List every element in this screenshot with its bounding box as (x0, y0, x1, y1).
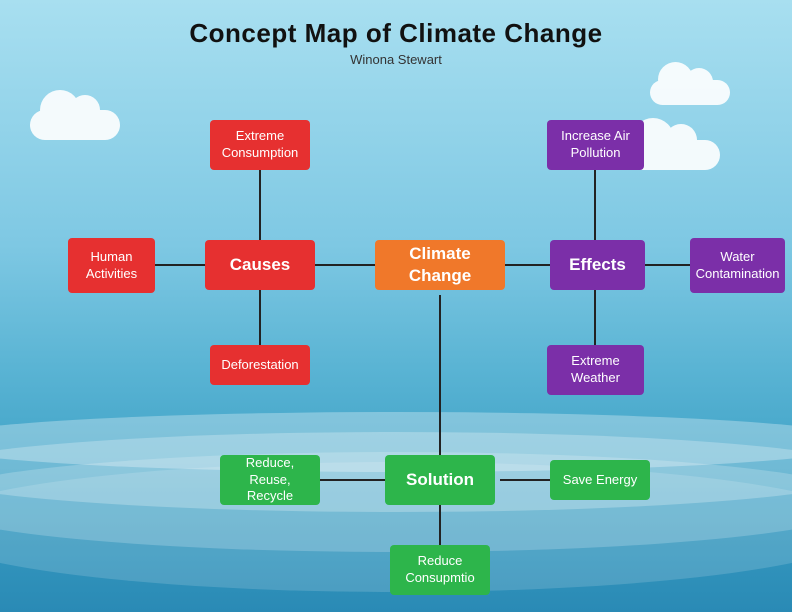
reduce-consumption-box: Reduce Consupmtio (390, 545, 490, 595)
human-activities-box: Human Activities (68, 238, 155, 293)
reduce-reuse-recycle-box: Reduce, Reuse, Recycle (220, 455, 320, 505)
concept-diagram: Extreme Consumption Deforestation Human … (50, 110, 750, 590)
page-content: Concept Map of Climate Change Winona Ste… (0, 0, 792, 612)
page-title: Concept Map of Climate Change (0, 0, 792, 49)
effects-box: Effects (550, 240, 645, 290)
causes-box: Causes (205, 240, 315, 290)
climate-change-box: Climate Change (375, 240, 505, 290)
solution-box: Solution (385, 455, 495, 505)
water-contamination-box: Water Contamination (690, 238, 785, 293)
extreme-weather-box: Extreme Weather (547, 345, 644, 395)
connectors-svg (50, 110, 750, 590)
increase-air-pollution-box: Increase Air Pollution (547, 120, 644, 170)
page-subtitle: Winona Stewart (0, 52, 792, 67)
save-energy-box: Save Energy (550, 460, 650, 500)
extreme-consumption-box: Extreme Consumption (210, 120, 310, 170)
deforestation-box: Deforestation (210, 345, 310, 385)
